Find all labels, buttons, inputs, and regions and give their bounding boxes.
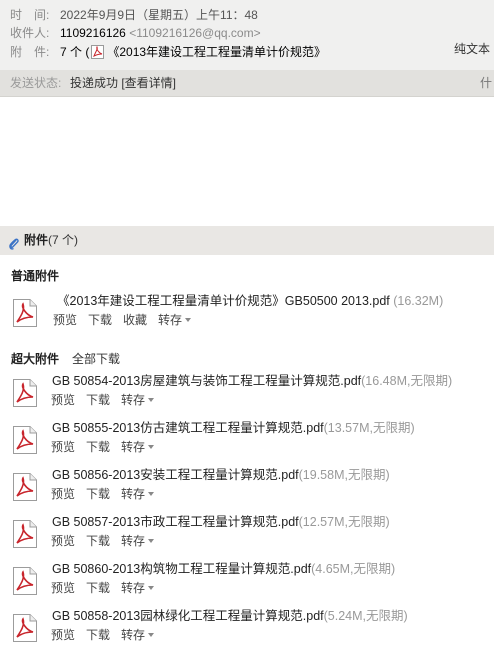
save-to-dropdown[interactable]: 转存 xyxy=(158,313,191,327)
attachment-item: GB 50856-2013安装工程工程量计算规范.pdf(19.58M,无限期)… xyxy=(0,466,494,510)
attachment-name[interactable]: 《2013年建设工程工程量清单计价规范》GB50500 2013.pdf (16… xyxy=(57,292,443,310)
delivery-status-bar: 发送状态: 投递成功 [查看详情] 什 xyxy=(0,70,494,97)
pdf-file-icon xyxy=(12,425,38,455)
time-row: 时 间: 2022年9月9日（星期五）上午11：48 xyxy=(10,6,258,24)
download-link[interactable]: 下载 xyxy=(86,487,110,501)
recipient-label: 收件人: xyxy=(10,26,50,40)
save-to-dropdown[interactable]: 转存 xyxy=(121,487,154,501)
time-value: 2022年9月9日（星期五）上午11：48 xyxy=(60,8,258,22)
attachment-size: (19.58M,无限期) xyxy=(298,468,390,482)
attachment-actions: 预览 下载 转存 xyxy=(51,627,165,643)
save-to-dropdown[interactable]: 转存 xyxy=(121,628,154,642)
attachments-header: 附件(7 个) xyxy=(0,226,494,255)
attachments-title-text: 附件 xyxy=(24,233,49,247)
cut-off-sender-row xyxy=(0,0,494,2)
pdf-file-icon xyxy=(12,566,38,596)
attachment-name[interactable]: GB 50854-2013房屋建筑与装饰工程工程量计算规范.pdf(16.48M… xyxy=(52,372,452,390)
paperclip-icon xyxy=(8,233,20,250)
download-link[interactable]: 下载 xyxy=(86,581,110,595)
attachment-item: GB 50860-2013构筑物工程工程量计算规范.pdf(4.65M,无限期)… xyxy=(0,560,494,604)
download-all-link[interactable]: 全部下载 xyxy=(72,350,120,367)
attachment-size: (16.32M) xyxy=(389,294,444,308)
attachment-size: (5.24M,无限期) xyxy=(323,609,408,623)
pdf-file-icon xyxy=(12,298,38,328)
attachment-name[interactable]: GB 50857-2013市政工程工程量计算规范.pdf(12.57M,无限期) xyxy=(52,513,390,531)
pdf-file-icon xyxy=(12,472,38,502)
time-label: 时 间: xyxy=(10,8,50,22)
attachment-filename[interactable]: GB 50855-2013仿古建筑工程工程量计算规范.pdf xyxy=(52,421,324,435)
attachment-filename[interactable]: GB 50857-2013市政工程工程量计算规范.pdf xyxy=(52,515,299,529)
preview-link[interactable]: 预览 xyxy=(51,534,75,548)
preview-link[interactable]: 预览 xyxy=(51,581,75,595)
download-link[interactable]: 下载 xyxy=(86,440,110,454)
attachment-filename[interactable]: 《2013年建设工程工程量清单计价规范》GB50500 2013.pdf xyxy=(57,294,390,308)
recipient-name[interactable]: 1109216126 xyxy=(60,26,126,40)
attachment-actions: 预览 下载 转存 xyxy=(51,439,165,455)
preview-link[interactable]: 预览 xyxy=(51,487,75,501)
download-link[interactable]: 下载 xyxy=(86,534,110,548)
preview-link[interactable]: 预览 xyxy=(51,393,75,407)
save-to-dropdown[interactable]: 转存 xyxy=(121,440,154,454)
attachment-size: (12.57M,无限期) xyxy=(298,515,390,529)
normal-attachments-title: 普通附件 xyxy=(11,269,60,283)
attachment-name[interactable]: GB 50858-2013园林绿化工程工程量计算规范.pdf(5.24M,无限期… xyxy=(52,607,408,625)
attachment-actions: 预览 下载 转存 xyxy=(51,392,165,408)
recipient-row: 收件人: 1109216126 <1109216126@qq.com> xyxy=(10,24,261,42)
attachment-actions: 预览 下载 转存 xyxy=(51,580,165,596)
plain-text-toggle[interactable]: 纯文本 xyxy=(454,40,490,57)
attachment-label: 附 件: xyxy=(10,45,50,59)
save-to-dropdown[interactable]: 转存 xyxy=(121,393,154,407)
save-to-dropdown[interactable]: 转存 xyxy=(121,581,154,595)
attachment-filename[interactable]: GB 50858-2013园林绿化工程工程量计算规范.pdf xyxy=(52,609,324,623)
attachment-actions: 预览 下载 转存 xyxy=(51,486,165,502)
attachment-filename[interactable]: GB 50854-2013房屋建筑与装饰工程工程量计算规范.pdf xyxy=(52,374,361,388)
download-link[interactable]: 下载 xyxy=(86,393,110,407)
delivery-status-value[interactable]: 投递成功 [查看详情] xyxy=(70,70,176,96)
pdf-file-icon xyxy=(12,378,38,408)
save-to-dropdown[interactable]: 转存 xyxy=(121,534,154,548)
pdf-file-icon xyxy=(91,45,105,59)
status-more[interactable]: 什 xyxy=(480,70,492,96)
attachment-first-name[interactable]: 《2013年建设工程工程量清单计价规范》 xyxy=(107,45,326,59)
preview-link[interactable]: 预览 xyxy=(51,628,75,642)
super-attachments-title-text: 超大附件 xyxy=(11,352,60,366)
attachment-row: 附 件: 7 个 ( 《2013年建设工程工程量清单计价规范》 xyxy=(10,43,326,61)
attachment-actions: 预览 下载 转存 xyxy=(51,533,165,549)
pdf-file-icon xyxy=(12,613,38,643)
super-attachments-title: 超大附件 xyxy=(11,350,59,367)
attachment-filename[interactable]: GB 50860-2013构筑物工程工程量计算规范.pdf xyxy=(52,562,311,576)
attachment-paren: ( xyxy=(85,45,90,59)
preview-link[interactable]: 预览 xyxy=(51,440,75,454)
attachment-item: GB 50857-2013市政工程工程量计算规范.pdf(12.57M,无限期)… xyxy=(0,513,494,557)
download-link[interactable]: 下载 xyxy=(86,628,110,642)
attachment-size: (4.65M,无限期) xyxy=(311,562,396,576)
attachment-name[interactable]: GB 50856-2013安装工程工程量计算规范.pdf(19.58M,无限期) xyxy=(52,466,390,484)
email-meta-header: 时 间: 2022年9月9日（星期五）上午11：48 收件人: 1109216126… xyxy=(0,0,494,70)
email-view: 时 间: 2022年9月9日（星期五）上午11：48 收件人: 1109216126… xyxy=(0,0,494,656)
attachment-item: 《2013年建设工程工程量清单计价规范》GB50500 2013.pdf (16… xyxy=(0,292,494,336)
preview-link[interactable]: 预览 xyxy=(53,313,77,327)
delivery-status-label: 发送状态: xyxy=(10,76,62,90)
attachment-size: (13.57M,无限期) xyxy=(323,421,415,435)
attachment-name[interactable]: GB 50860-2013构筑物工程工程量计算规范.pdf(4.65M,无限期) xyxy=(52,560,395,578)
pdf-file-icon xyxy=(12,519,38,549)
favorite-link[interactable]: 收藏 xyxy=(123,313,147,327)
attachments-count: (7 个) xyxy=(48,233,79,247)
attachment-item: GB 50858-2013园林绿化工程工程量计算规范.pdf(5.24M,无限期… xyxy=(0,607,494,651)
recipient-email[interactable]: <1109216126@qq.com> xyxy=(129,26,260,40)
attachment-item: GB 50855-2013仿古建筑工程工程量计算规范.pdf(13.57M,无限… xyxy=(0,419,494,463)
attachment-count[interactable]: 7 个 xyxy=(60,45,82,59)
download-link[interactable]: 下载 xyxy=(88,313,112,327)
attachment-filename[interactable]: GB 50856-2013安装工程工程量计算规范.pdf xyxy=(52,468,299,482)
attachment-actions: 预览 下载 收藏 转存 xyxy=(53,312,202,328)
attachment-item: GB 50854-2013房屋建筑与装饰工程工程量计算规范.pdf(16.48M… xyxy=(0,372,494,416)
attachments-title: 附件(7 个) xyxy=(24,226,78,255)
attachment-size: (16.48M,无限期) xyxy=(361,374,453,388)
attachment-name[interactable]: GB 50855-2013仿古建筑工程工程量计算规范.pdf(13.57M,无限… xyxy=(52,419,415,437)
